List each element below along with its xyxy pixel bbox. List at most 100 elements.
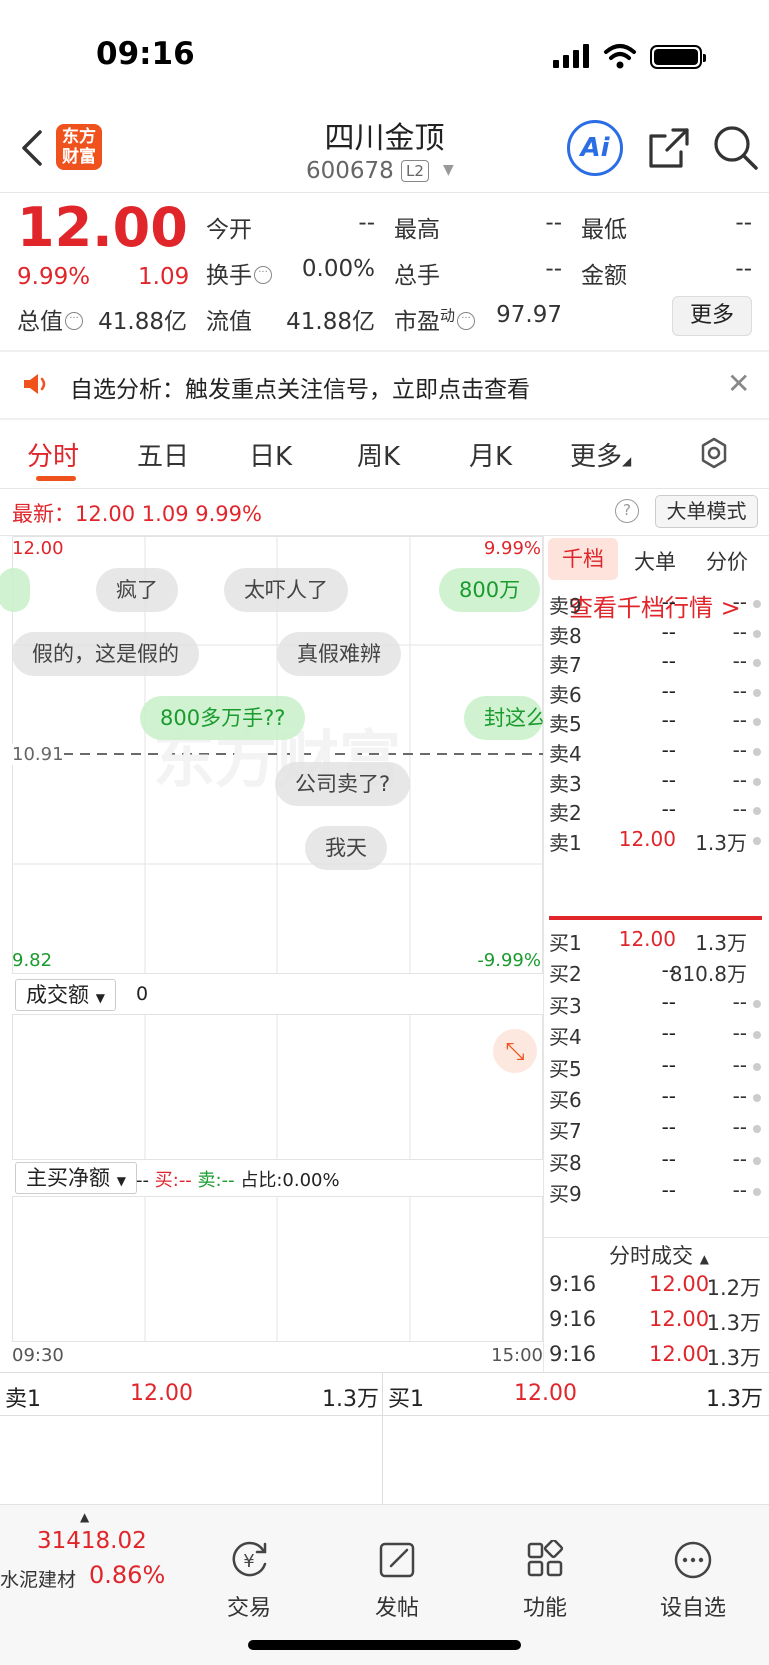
ask-level-row[interactable]: 卖1 12.00 1.3万 xyxy=(549,827,761,857)
level-volume: 810.8万 xyxy=(669,962,747,987)
functions-button[interactable]: 功能 xyxy=(500,1538,590,1622)
ai-button[interactable]: Ai xyxy=(567,120,623,176)
tab-weekly-k[interactable]: 周K xyxy=(357,436,400,473)
danmaku-bubble[interactable]: 封这么 xyxy=(464,696,543,740)
info-icon[interactable]: ··· xyxy=(65,312,83,330)
ask-level-row[interactable]: 卖7 -- -- xyxy=(549,649,761,679)
battery-icon xyxy=(650,45,706,69)
danmaku-bubble-partial[interactable] xyxy=(0,568,30,612)
level-dot xyxy=(753,688,761,697)
info-icon[interactable]: ··· xyxy=(254,266,272,284)
bid-level-row[interactable]: 买7 -- -- xyxy=(549,1115,761,1145)
high-value: -- xyxy=(545,210,562,236)
level-label: 买6 xyxy=(549,1088,582,1112)
level-volume: -- xyxy=(732,649,747,674)
pe-label[interactable]: 市盈动 ··· xyxy=(394,302,476,336)
caret-down-icon[interactable]: ▼ xyxy=(443,162,454,178)
intraday-chart[interactable]: 东方财富 12.00 9.99% 10.91 9.82 -9.99% 疯了 太吓… xyxy=(0,536,543,1373)
danmaku-bubble[interactable]: 真假难辨 xyxy=(277,632,401,676)
ask-level-row[interactable]: 卖6 -- -- xyxy=(549,679,761,709)
level-price: -- xyxy=(661,649,676,674)
share-icon[interactable] xyxy=(647,126,691,170)
ask-level-row[interactable]: 卖2 -- -- xyxy=(549,797,761,827)
tab-big-orders[interactable]: 大单 xyxy=(634,546,676,576)
level-price: -- xyxy=(661,797,676,822)
active-tab-indicator xyxy=(36,476,76,481)
bid-level-row[interactable]: 买1 12.00 1.3万 xyxy=(549,927,761,957)
status-time: 09:16 xyxy=(96,36,195,72)
ask-level-row[interactable]: 卖8 -- -- xyxy=(549,620,761,650)
index-name: 水泥建材 xyxy=(0,1569,77,1591)
level-dot xyxy=(753,629,761,638)
float-cap-value: 41.88亿 xyxy=(286,309,375,335)
bid-level-row[interactable]: 买2 -- 810.8万 xyxy=(549,958,761,988)
danmaku-bubble[interactable]: 太吓人了 xyxy=(224,568,348,612)
ask-level-row[interactable]: 卖3 -- -- xyxy=(549,768,761,798)
level-label: 买9 xyxy=(549,1182,582,1207)
level-dot xyxy=(753,1188,761,1197)
stock-code[interactable]: 600678 xyxy=(306,158,394,184)
bid-level-row[interactable]: 买3 -- -- xyxy=(549,990,761,1020)
level-dot xyxy=(753,1062,761,1071)
level-volume: -- xyxy=(732,678,747,703)
more-quote-button[interactable]: 更多 xyxy=(672,296,752,336)
home-indicator xyxy=(248,1640,521,1650)
level-label: 买2 xyxy=(549,962,582,987)
danmaku-bubble[interactable]: 800多万手?? xyxy=(140,696,306,740)
tab-monthly-k[interactable]: 月K xyxy=(469,436,512,473)
tab-five-day[interactable]: 五日 xyxy=(137,436,189,473)
tick-price: 12.00 xyxy=(649,1342,710,1366)
tab-daily-k[interactable]: 日K xyxy=(249,436,292,473)
svg-text:¥: ¥ xyxy=(243,1551,254,1572)
bid-level-row[interactable]: 买8 -- -- xyxy=(549,1147,761,1177)
level-dot xyxy=(753,718,761,727)
danmaku-bubble[interactable]: 假的，这是假的 xyxy=(12,632,199,676)
volume-value: 0 xyxy=(136,983,149,1005)
tab-intraday[interactable]: 分时 xyxy=(27,436,79,473)
tick-time: 9:16 xyxy=(549,1342,597,1366)
level-price: 12.00 xyxy=(618,826,676,851)
bid-level-row[interactable]: 买6 -- -- xyxy=(549,1084,761,1114)
ask-level-row[interactable]: 卖5 -- -- xyxy=(549,708,761,738)
flow-metric-selector[interactable]: 主买净额 ▼ xyxy=(15,1162,137,1194)
ticks-title[interactable]: 分时成交 ▲ xyxy=(609,1240,709,1270)
notice-text[interactable]: 自选分析：触发重点关注信号，立即点击查看 xyxy=(70,370,530,404)
level-volume: -- xyxy=(732,590,747,614)
add-watchlist-button[interactable]: 设自选 xyxy=(648,1540,738,1622)
tick-volume: 1.3万 xyxy=(706,1311,761,1335)
level-label: 卖7 xyxy=(549,653,582,678)
close-icon[interactable]: ✕ xyxy=(727,367,750,400)
tab-more[interactable]: 更多◢ xyxy=(570,436,631,473)
trade-button[interactable]: ¥ 交易 xyxy=(204,1540,294,1622)
market-cap-label[interactable]: 总值 ··· xyxy=(17,302,83,336)
danmaku-bubble[interactable]: 我天 xyxy=(305,826,387,870)
pct-max-label: 9.99% xyxy=(483,538,541,559)
danmaku-bubble[interactable]: 800万 xyxy=(439,568,541,612)
danmaku-bubble[interactable]: 疯了 xyxy=(96,568,178,612)
index-change: 0.86% xyxy=(89,1561,166,1589)
level-dot xyxy=(753,659,761,668)
help-icon[interactable]: ? xyxy=(615,499,639,523)
tab-thousand-levels[interactable]: 千档 xyxy=(548,538,618,580)
turnover-rate-value: 0.00% xyxy=(301,256,375,282)
turnover-rate-label[interactable]: 换手 ··· xyxy=(206,256,272,290)
bid-level-row[interactable]: 买9 -- -- xyxy=(549,1178,761,1208)
index-ticker[interactable]: ▲ 31418.02 水泥建材 0.86% xyxy=(0,1508,178,1598)
tab-price-distribution[interactable]: 分价 xyxy=(706,546,748,576)
search-icon[interactable] xyxy=(712,124,760,172)
post-button[interactable]: 发帖 xyxy=(352,1540,442,1622)
tick-volume: 1.3万 xyxy=(706,1346,761,1370)
volume-metric-selector[interactable]: 成交额 ▼ xyxy=(15,979,116,1011)
danmaku-bubble[interactable]: 公司卖了? xyxy=(275,762,411,806)
ask-level-row[interactable]: 卖9 -- -- xyxy=(549,590,761,620)
info-icon[interactable]: ··· xyxy=(457,312,476,330)
bid-level-row[interactable]: 买5 -- -- xyxy=(549,1053,761,1083)
settings-icon[interactable] xyxy=(697,436,731,470)
bid-level-row[interactable]: 买4 -- -- xyxy=(549,1021,761,1051)
ask-level-row[interactable]: 卖4 -- -- xyxy=(549,738,761,768)
level-dot xyxy=(753,999,761,1008)
grid-icon xyxy=(527,1538,564,1577)
big-order-mode-button[interactable]: 大单模式 xyxy=(655,495,758,528)
level-price: -- xyxy=(661,1146,676,1171)
expand-icon[interactable]: ⤡ xyxy=(493,1029,537,1073)
